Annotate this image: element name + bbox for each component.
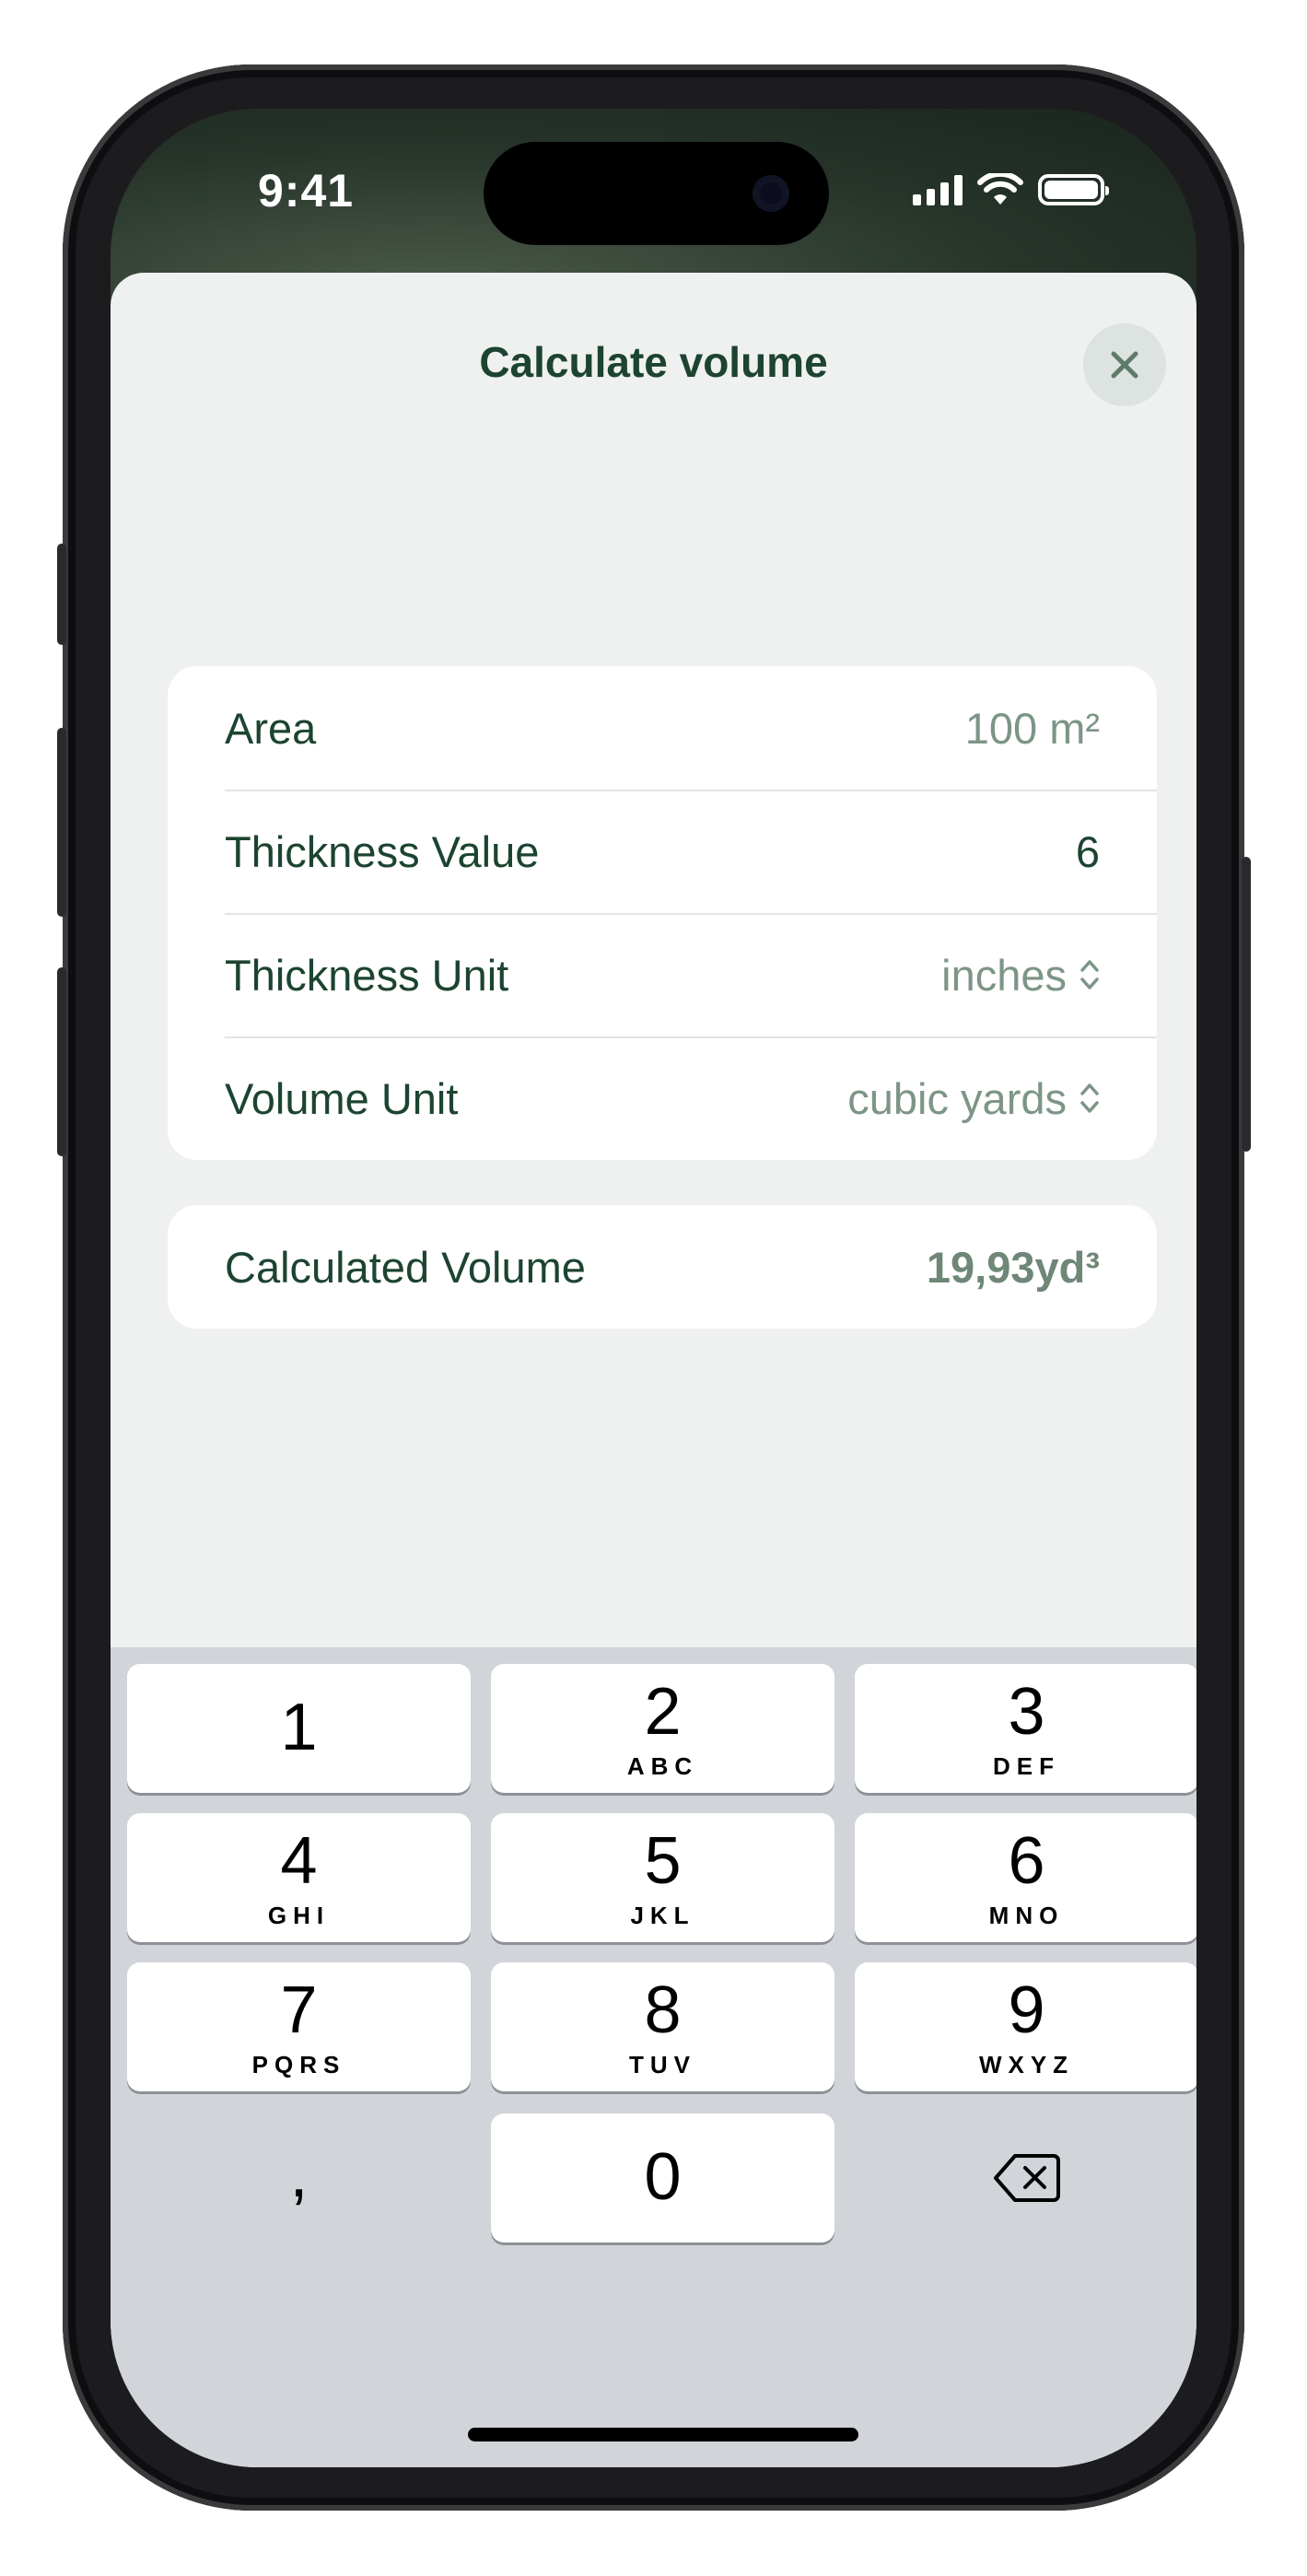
numeric-keypad: 1 2 ABC 3 DEF 4 GHI 5 JKL 6 MNO 7 PQRS 8: [111, 1647, 1196, 2467]
calculated-volume-value: 19,93yd³: [926, 1242, 1100, 1292]
thickness-unit-label: Thickness Unit: [225, 950, 509, 1000]
front-camera: [753, 175, 789, 212]
key-2[interactable]: 2 ABC: [491, 1664, 834, 1793]
key-7[interactable]: 7 PQRS: [127, 1962, 471, 2091]
calculated-volume-row: Calculated Volume 19,93yd³: [168, 1205, 1157, 1329]
volume-unit-row[interactable]: Volume Unit cubic yards: [168, 1036, 1157, 1160]
area-row[interactable]: Area 100 m²: [168, 666, 1157, 790]
thickness-unit-value: inches: [941, 950, 1067, 1000]
volume-down-button: [57, 967, 66, 1156]
delete-key[interactable]: [855, 2113, 1196, 2242]
home-indicator[interactable]: [468, 2428, 858, 2441]
close-button[interactable]: [1083, 323, 1166, 406]
thickness-value-field[interactable]: 6: [1076, 826, 1100, 877]
close-icon: [1111, 351, 1138, 379]
key-8[interactable]: 8 TUV: [491, 1962, 834, 2091]
battery-icon: [1038, 174, 1109, 205]
decimal-separator-key[interactable]: ,: [127, 2113, 471, 2242]
thickness-unit-row[interactable]: Thickness Unit inches: [168, 913, 1157, 1036]
thickness-value-row[interactable]: Thickness Value 6: [168, 790, 1157, 913]
key-5[interactable]: 5 JKL: [491, 1813, 834, 1942]
wifi-icon: [977, 173, 1023, 205]
key-1[interactable]: 1: [127, 1664, 471, 1793]
volume-unit-picker[interactable]: cubic yards: [847, 1073, 1100, 1124]
area-value: 100 m²: [964, 703, 1100, 753]
volume-unit-value: cubic yards: [847, 1073, 1067, 1123]
sheet-title: Calculate volume: [479, 338, 828, 386]
cellular-signal-icon: [913, 174, 963, 205]
key-4[interactable]: 4 GHI: [127, 1813, 471, 1942]
result-card: Calculated Volume 19,93yd³: [168, 1205, 1157, 1329]
action-button: [57, 544, 66, 645]
backspace-icon: [993, 2154, 1060, 2202]
thickness-unit-picker[interactable]: inches: [941, 950, 1100, 1001]
key-9[interactable]: 9 WXYZ: [855, 1962, 1196, 2091]
key-0[interactable]: 0: [491, 2113, 834, 2242]
area-label: Area: [225, 703, 317, 753]
input-card: Area 100 m² Thickness Value 6 Thickness …: [168, 666, 1157, 1160]
status-time: 9:41: [258, 165, 355, 217]
status-bar: 9:41: [111, 109, 1196, 265]
screen: 9:41 Calculate volume Area 1 00 m² Thickn…: [111, 109, 1196, 2467]
volume-unit-label: Volume Unit: [225, 1073, 459, 1123]
calculated-volume-label: Calculated Volume: [225, 1242, 586, 1292]
volume-up-button: [57, 728, 66, 917]
key-6[interactable]: 6 MNO: [855, 1813, 1196, 1942]
chevron-up-down-icon: [1080, 1083, 1099, 1113]
chevron-up-down-icon: [1080, 960, 1099, 989]
power-button: [1242, 857, 1251, 1152]
key-3[interactable]: 3 DEF: [855, 1664, 1196, 1793]
dynamic-island: [484, 142, 829, 245]
status-icons: [913, 173, 1109, 206]
thickness-value-label: Thickness Value: [225, 826, 540, 876]
